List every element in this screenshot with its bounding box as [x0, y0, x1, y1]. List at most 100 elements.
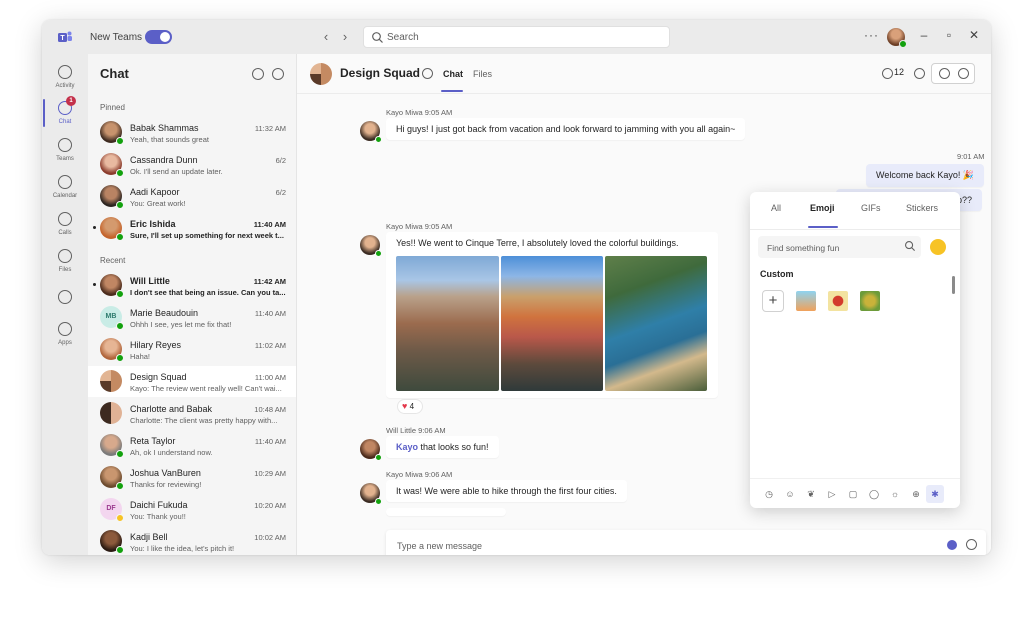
rail-item-activity[interactable]: Activity — [42, 63, 88, 101]
new-chat-icon[interactable] — [272, 68, 284, 80]
travel-icon[interactable]: ◯ — [868, 488, 880, 500]
profile-avatar[interactable] — [887, 28, 907, 48]
forward-arrow-icon[interactable]: › — [338, 29, 352, 44]
new-teams-toggle[interactable] — [145, 30, 172, 44]
add-custom-emoji-button[interactable]: + — [762, 290, 784, 312]
chat-preview: Kayo: The review went really well! Can't… — [130, 384, 282, 393]
message-bubble: Kayo that looks so fun! — [386, 436, 499, 458]
rail-item-calls[interactable]: Calls — [42, 210, 88, 248]
avatar — [100, 153, 124, 177]
chat-time: 10:48 AM — [254, 405, 286, 414]
chat-row-reta-taylor[interactable]: Reta Taylor Ah, ok I understand now. 11:… — [88, 430, 296, 461]
chat-row-eric-ishida[interactable]: Eric Ishida Sure, I'll set up something … — [88, 213, 296, 244]
emoji-icon[interactable] — [947, 540, 957, 550]
edit-name-icon[interactable] — [422, 68, 433, 79]
photo-cinque-terre-1[interactable] — [396, 256, 499, 391]
apps-icon — [58, 322, 72, 336]
filter-icon[interactable] — [252, 68, 264, 80]
unread-indicator — [93, 226, 96, 229]
avatar — [360, 121, 382, 143]
message-meta: Kayo Miwa 9:05 AM — [386, 222, 453, 231]
picker-tab-gifs[interactable]: GIFs — [861, 203, 881, 213]
presence-available-icon — [116, 546, 124, 554]
search-input[interactable]: Search — [363, 26, 670, 48]
tab-files[interactable]: Files — [473, 69, 492, 79]
picker-tab-all[interactable]: All — [771, 203, 781, 213]
chat-row-kadji-bell[interactable]: Kadji Bell You: I like the idea, let's p… — [88, 526, 296, 555]
avatar — [100, 466, 124, 490]
chat-row-design-squad[interactable]: Design Squad Kayo: The review went reall… — [88, 366, 296, 397]
heart-reaction[interactable]: ♥ 4 — [397, 399, 423, 414]
maximize-icon[interactable]: ▫ — [941, 28, 957, 42]
smiley-icon[interactable]: ☺ — [784, 488, 796, 500]
chat-row-aadi-kapoor[interactable]: Aadi Kapoor You: Great work! 6/2 — [88, 181, 296, 212]
rail-item-teams[interactable]: Teams — [42, 136, 88, 174]
custom-emoji-3[interactable] — [860, 291, 880, 311]
app-rail: Activity 1 Chat Teams Calendar Calls Fil… — [42, 54, 88, 555]
chat-row-charlotte-and-babak[interactable]: Charlotte and Babak Charlotte: The clien… — [88, 398, 296, 429]
symbols-icon[interactable]: ⊕ — [910, 488, 922, 500]
skin-tone-selector[interactable] — [930, 239, 946, 255]
chat-list-title: Chat — [100, 66, 129, 81]
emoji-search-input[interactable]: Find something fun — [758, 236, 921, 258]
rail-label-chat: Chat — [58, 119, 72, 125]
teams-icon — [58, 138, 72, 152]
chat-preview: Ohhh I see, yes let me fix that! — [130, 320, 232, 329]
chat-row-daichi-fukuda[interactable]: DF Daichi Fukuda You: Thank you!! 10:20 … — [88, 494, 296, 525]
chat-time: 11:02 AM — [254, 341, 286, 350]
rail-item-calendar[interactable]: Calendar — [42, 173, 88, 211]
animal-icon[interactable]: ❦ — [805, 488, 817, 500]
scrollbar-thumb[interactable] — [952, 276, 955, 294]
chat-name: Charlotte and Babak — [130, 404, 213, 414]
custom-emoji-2[interactable] — [828, 291, 848, 311]
rail-item-apps[interactable]: Apps — [42, 320, 88, 358]
custom-icon[interactable]: ✱ — [926, 485, 944, 503]
rail-label-files: Files — [58, 267, 72, 273]
attach-icon[interactable] — [966, 539, 977, 550]
food-icon[interactable]: ▷ — [826, 488, 838, 500]
close-icon[interactable]: ✕ — [966, 28, 982, 42]
custom-emoji-1[interactable] — [796, 291, 816, 311]
chat-preview: Ah, ok I understand now. — [130, 448, 213, 457]
picker-tab-stickers[interactable]: Stickers — [906, 203, 938, 213]
photo-cinque-terre-3[interactable] — [605, 256, 707, 391]
chat-name: Joshua VanBuren — [130, 468, 201, 478]
title-bar: T New Teams ‹ › Search ··· – ▫ ✕ — [42, 20, 991, 54]
chat-time: 11:40 AM — [254, 309, 286, 318]
minimize-icon[interactable]: – — [916, 28, 932, 42]
phone-icon — [58, 212, 72, 226]
participants-icon[interactable] — [882, 68, 893, 79]
photo-cinque-terre-2[interactable] — [501, 256, 603, 391]
chat-row-will-little[interactable]: Will Little I don't see that being an is… — [88, 270, 296, 301]
picker-tab-emoji[interactable]: Emoji — [810, 203, 835, 213]
tab-chat[interactable]: Chat — [443, 69, 463, 79]
chat-row-babak-shammas[interactable]: Babak Shammas Yeah, that sounds great 11… — [88, 117, 296, 148]
avatar — [100, 121, 124, 145]
group-avatar — [100, 402, 122, 424]
call-button[interactable] — [931, 63, 975, 84]
activity-icon[interactable]: ▢ — [847, 488, 859, 500]
compose-box[interactable]: Type a new message — [386, 530, 986, 555]
presence-available-icon — [116, 322, 124, 330]
chat-row-hilary-reyes[interactable]: Hilary Reyes Haha! 11:02 AM — [88, 334, 296, 365]
message-text: Yes!! We went to Cinque Terre, I absolut… — [396, 238, 679, 248]
chat-row-cassandra-dunn[interactable]: Cassandra Dunn Ok. I'll send an update l… — [88, 149, 296, 180]
presence-available-icon — [375, 454, 382, 461]
active-tab-indicator — [808, 226, 838, 228]
message-bubble: It was! We were able to hike through the… — [386, 480, 627, 502]
back-arrow-icon[interactable]: ‹ — [319, 29, 333, 44]
chat-list-pane: Chat Pinned Babak Shammas Yeah, that sou… — [88, 54, 297, 555]
chat-time: 10:29 AM — [254, 469, 286, 478]
rail-item-chat[interactable]: 1 Chat — [42, 96, 88, 137]
chat-row-joshua-vanburen[interactable]: Joshua VanBuren Thanks for reviewing! 10… — [88, 462, 296, 493]
message-bubble: Hi guys! I just got back from vacation a… — [386, 118, 746, 140]
rail-item-files[interactable]: Files — [42, 247, 88, 285]
recent-icon[interactable]: ◷ — [763, 488, 775, 500]
add-tab-icon[interactable] — [914, 68, 925, 79]
participants-count[interactable]: 12 — [894, 67, 904, 77]
mention[interactable]: Kayo — [396, 442, 418, 452]
chat-row-marie-beaudouin[interactable]: MB Marie Beaudouin Ohhh I see, yes let m… — [88, 302, 296, 333]
more-options-icon[interactable]: ··· — [864, 28, 879, 42]
avatar — [360, 483, 382, 505]
objects-icon[interactable]: ☼ — [889, 488, 901, 500]
